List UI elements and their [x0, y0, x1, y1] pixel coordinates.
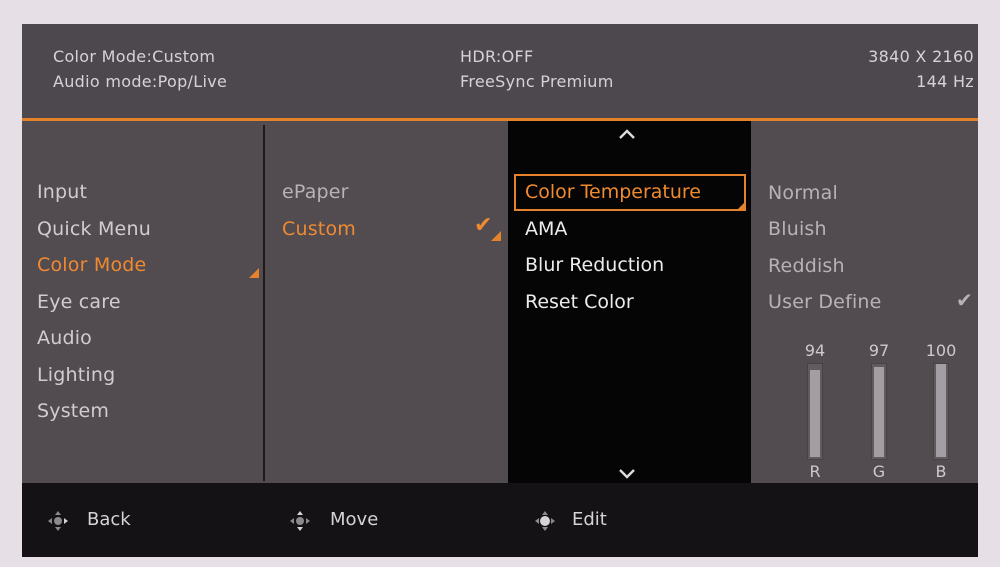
rgb-channel-label: R [809, 462, 821, 481]
help-back: Back [87, 509, 131, 530]
resolution-status: 3840 X 2160 [868, 47, 974, 66]
option-reset-color[interactable]: Reset Color [525, 291, 634, 313]
check-icon: ✔ [474, 213, 493, 238]
freesync-status: FreeSync Premium [460, 72, 614, 91]
color-mode-menu: ePaper Custom ✔ [265, 121, 507, 483]
rgb-channel-label: G [872, 462, 886, 481]
color-mode-epaper[interactable]: ePaper [282, 181, 349, 203]
joystick-icon [290, 511, 310, 531]
temp-reddish[interactable]: Reddish [768, 255, 845, 277]
refresh-rate-status: 144 Hz [916, 72, 974, 91]
rgb-value-g: 97 [868, 341, 890, 360]
menu-item-lighting[interactable]: Lighting [37, 364, 115, 386]
selected-indicator-icon [736, 201, 746, 211]
color-mode-custom[interactable]: Custom [282, 218, 356, 240]
color-temperature-menu: Normal Bluish Reddish User Define ✔ 94 R 9… [751, 121, 978, 483]
temp-bluish[interactable]: Bluish [768, 218, 827, 240]
chevron-down-icon[interactable] [618, 465, 636, 484]
rgb-value-b: 100 [925, 341, 957, 360]
menu-item-system[interactable]: System [37, 400, 109, 422]
menu-item-quick-menu[interactable]: Quick Menu [37, 218, 151, 240]
rgb-slider-fill [810, 370, 820, 457]
chevron-up-icon[interactable] [618, 125, 636, 144]
rgb-slider-fill [936, 364, 946, 457]
status-header: Color Mode:Custom Audio mode:Pop/Live HD… [22, 24, 978, 118]
rgb-slider-r[interactable] [807, 363, 823, 460]
help-bar: Back Move Edit [22, 483, 978, 557]
rgb-value-r: 94 [804, 341, 826, 360]
menu-item-eye-care[interactable]: Eye care [37, 291, 121, 313]
selected-indicator-icon [249, 268, 259, 278]
joystick-icon [48, 511, 68, 531]
check-icon: ✔ [956, 288, 973, 312]
help-edit: Edit [572, 509, 607, 530]
rgb-slider-g[interactable] [871, 363, 887, 460]
hdr-status: HDR:OFF [460, 47, 534, 66]
option-color-temperature[interactable]: Color Temperature [525, 181, 701, 203]
menu-item-audio[interactable]: Audio [37, 327, 92, 349]
color-mode-status: Color Mode:Custom [53, 47, 216, 66]
main-menu: Input Quick Menu Color Mode Eye care Aud… [22, 121, 264, 483]
temp-user-define[interactable]: User Define [768, 291, 882, 313]
rgb-slider-fill [874, 367, 884, 457]
joystick-icon [535, 511, 555, 531]
menu-item-color-mode[interactable]: Color Mode [37, 254, 146, 276]
option-ama[interactable]: AMA [525, 218, 567, 240]
rgb-slider-b[interactable] [933, 363, 949, 460]
help-move: Move [330, 509, 379, 530]
rgb-channel-label: B [935, 462, 947, 481]
audio-mode-status: Audio mode:Pop/Live [53, 72, 228, 91]
option-blur-reduction[interactable]: Blur Reduction [525, 254, 664, 276]
osd-screen: Color Mode:Custom Audio mode:Pop/Live HD… [22, 24, 978, 557]
menu-item-input[interactable]: Input [37, 181, 87, 203]
temp-normal[interactable]: Normal [768, 182, 838, 204]
custom-options-menu: Color Temperature AMA Blur Reduction Res… [508, 121, 751, 483]
selected-indicator-icon [491, 231, 501, 241]
